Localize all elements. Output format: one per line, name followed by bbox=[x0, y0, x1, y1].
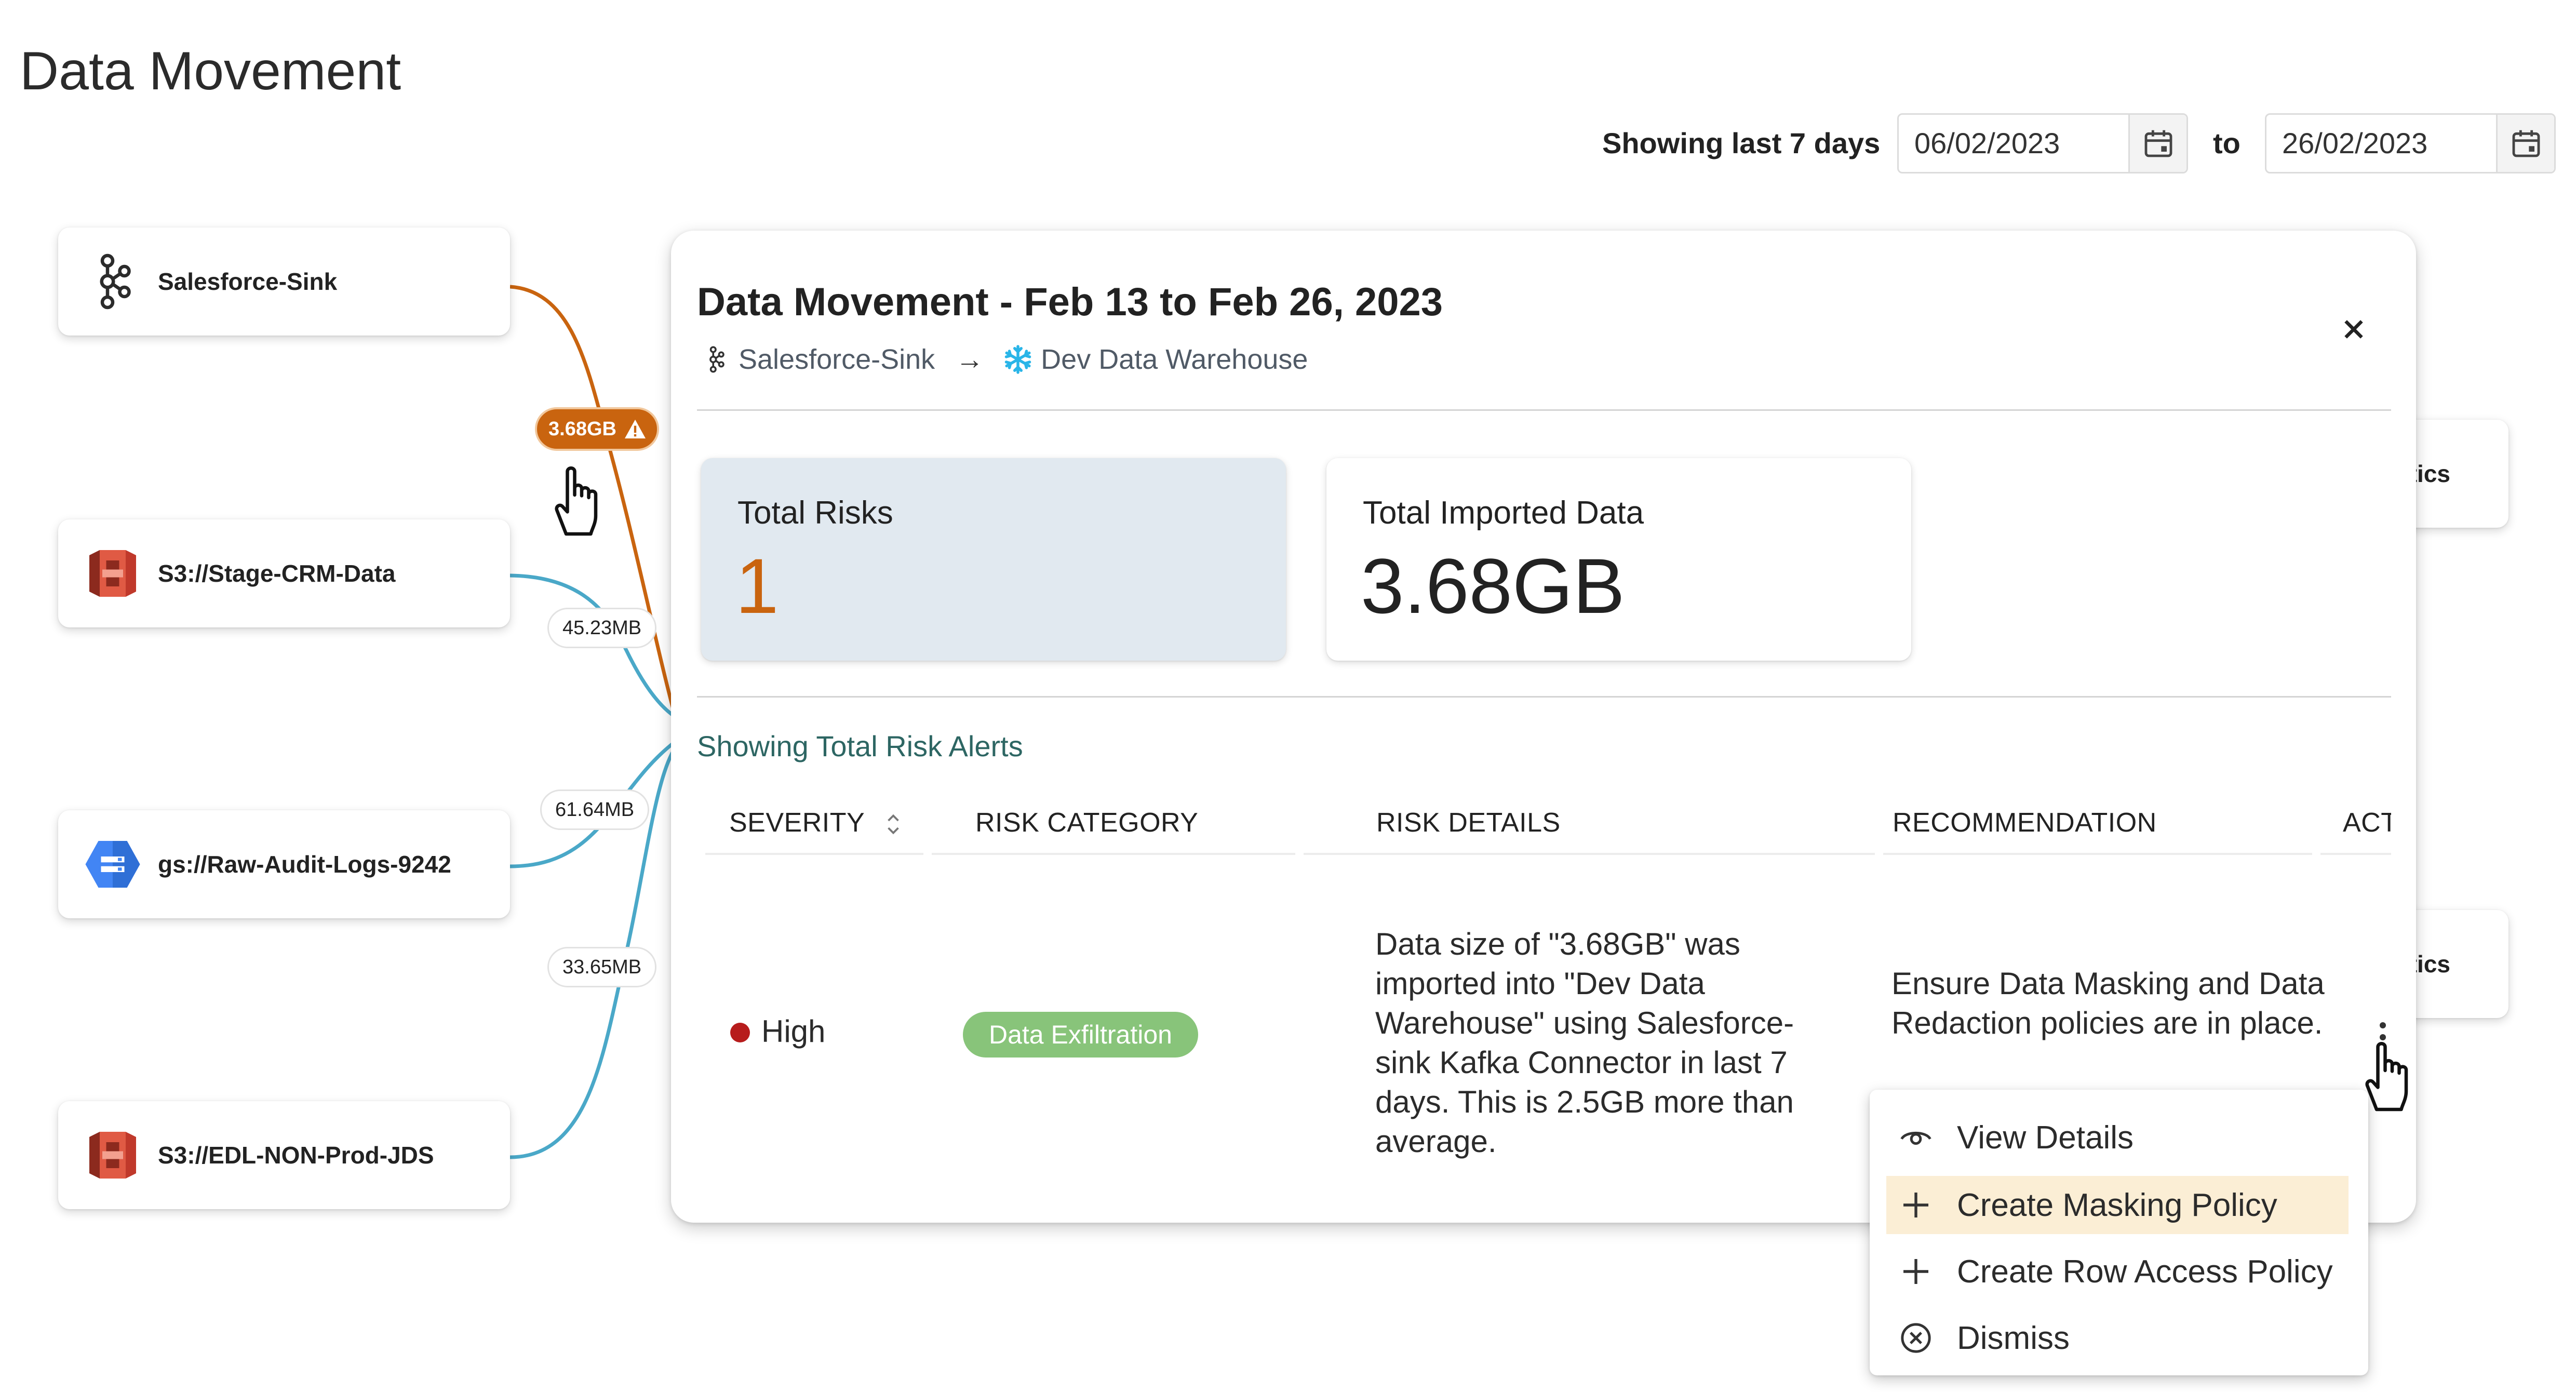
close-button[interactable] bbox=[2333, 309, 2374, 350]
severity-value: High bbox=[761, 1014, 826, 1049]
source-label: gs://Raw-Audit-Logs-9242 bbox=[158, 851, 451, 878]
kafka-icon bbox=[84, 253, 141, 310]
plus-icon bbox=[1898, 1253, 1934, 1290]
total-imported-data-card[interactable]: Total Imported Data 3.68GB bbox=[1326, 458, 1911, 661]
aws-s3-icon bbox=[84, 1127, 141, 1184]
source-label: S3://EDL-NON-Prod-JDS bbox=[158, 1142, 434, 1169]
menu-item-create-row-access-policy[interactable]: Create Row Access Policy bbox=[1886, 1242, 2349, 1301]
modal-title: Data Movement - Feb 13 to Feb 26, 2023 bbox=[697, 280, 1443, 324]
header-divider bbox=[705, 853, 923, 855]
warning-icon bbox=[624, 419, 646, 439]
source-card-stage-crm-data[interactable]: S3://Stage-CRM-Data bbox=[58, 519, 510, 627]
menu-item-view-details[interactable]: View Details bbox=[1886, 1108, 2349, 1167]
metric-value: 3.68GB bbox=[1361, 542, 1625, 630]
plus-icon bbox=[1898, 1187, 1934, 1223]
header-divider bbox=[1304, 853, 1875, 855]
column-header-severity[interactable]: SEVERITY bbox=[729, 792, 902, 854]
divider bbox=[697, 696, 2391, 698]
close-circle-icon bbox=[1898, 1320, 1934, 1356]
data-movement-modal: Data Movement - Feb 13 to Feb 26, 2023 S… bbox=[671, 231, 2416, 1223]
sort-icon bbox=[888, 814, 899, 835]
header-divider bbox=[2320, 853, 2391, 855]
route-destination: Dev Data Warehouse bbox=[1041, 344, 1308, 375]
column-header-action: ACTION bbox=[2343, 808, 2391, 838]
divider bbox=[697, 409, 2391, 411]
source-card-raw-audit-logs[interactable]: gs://Raw-Audit-Logs-9242 bbox=[58, 810, 510, 918]
close-icon bbox=[2344, 320, 2363, 339]
metric-label: Total Imported Data bbox=[1363, 495, 1644, 531]
arrow-right-icon: → bbox=[956, 344, 984, 375]
column-header-risk-category: RISK CATEGORY bbox=[975, 808, 1199, 838]
edge-size-badge: 33.65MB bbox=[547, 947, 657, 987]
edge-size-badge: 45.23MB bbox=[547, 608, 657, 648]
gcs-icon bbox=[84, 836, 141, 893]
kafka-icon bbox=[700, 344, 731, 375]
edge-alert-badge[interactable]: 3.68GB bbox=[535, 407, 659, 451]
source-card-salesforce-sink[interactable]: Salesforce-Sink bbox=[58, 227, 510, 336]
hand-cursor-icon bbox=[555, 466, 598, 536]
eye-icon bbox=[1898, 1119, 1934, 1156]
menu-item-dismiss[interactable]: Dismiss bbox=[1886, 1309, 2349, 1367]
severity-high-dot bbox=[730, 1023, 750, 1042]
metric-value: 1 bbox=[735, 542, 779, 630]
column-header-risk-details: RISK DETAILS bbox=[1376, 808, 1561, 838]
risk-details-text: Data size of "3.68GB" was imported into … bbox=[1375, 927, 1794, 1159]
source-label: Salesforce-Sink bbox=[158, 268, 338, 295]
total-risks-card[interactable]: Total Risks 1 bbox=[701, 458, 1286, 661]
header-divider bbox=[1883, 853, 2312, 855]
header-divider bbox=[932, 853, 1295, 855]
column-header-recommendation: RECOMMENDATION bbox=[1893, 808, 2157, 838]
route-source: Salesforce-Sink bbox=[739, 344, 935, 375]
risk-category-pill: Data Exfiltration bbox=[963, 1012, 1198, 1058]
edge-alert-size: 3.68GB bbox=[548, 418, 616, 440]
menu-item-create-masking-policy[interactable]: Create Masking Policy bbox=[1886, 1176, 2349, 1234]
metric-label: Total Risks bbox=[737, 495, 893, 531]
aws-s3-icon bbox=[84, 545, 141, 602]
snowflake-icon bbox=[1002, 344, 1034, 375]
edge-size-badge: 61.64MB bbox=[540, 789, 650, 830]
kebab-dot bbox=[2380, 1022, 2386, 1028]
source-label: S3://Stage-CRM-Data bbox=[158, 560, 396, 587]
source-card-edl-non-prod[interactable]: S3://EDL-NON-Prod-JDS bbox=[58, 1101, 510, 1209]
action-menu: View Details Create Masking Policy Creat… bbox=[1870, 1090, 2368, 1375]
movement-route: Salesforce-Sink → Dev Data Warehouse bbox=[700, 339, 1308, 380]
risk-alerts-label: Showing Total Risk Alerts bbox=[697, 730, 1023, 762]
recommendation-text: Ensure Data Masking and Data Redaction p… bbox=[1891, 966, 2325, 1040]
